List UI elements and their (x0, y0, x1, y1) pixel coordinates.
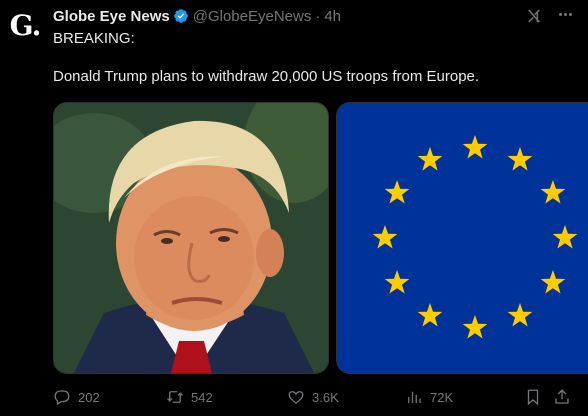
like-count: 3.6K (312, 389, 339, 405)
reply-count: 202 (78, 389, 100, 405)
reply-button[interactable]: 202 (53, 388, 100, 406)
verified-badge-icon (173, 9, 188, 23)
heart-icon (288, 391, 304, 404)
views-count: 72K (430, 389, 454, 405)
bookmark-button[interactable] (524, 388, 549, 406)
post-header: Globe Eye News @GlobeEyeNews · 4h (53, 6, 528, 26)
separator-dot: · (315, 7, 321, 25)
author-name[interactable]: Globe Eye News (53, 8, 170, 25)
portrait-image (54, 103, 328, 373)
eu-flag-image (337, 103, 588, 373)
views-button[interactable]: 72K (405, 388, 453, 406)
repost-icon (167, 391, 183, 403)
avatar[interactable]: G. (8, 8, 42, 42)
post-time[interactable]: 4h (324, 8, 341, 25)
repost-count: 542 (191, 389, 213, 405)
author-handle[interactable]: @GlobeEyeNews (193, 8, 312, 25)
views-chart-icon (408, 391, 421, 403)
like-button[interactable]: 3.6K (287, 388, 339, 406)
media-photo-portrait[interactable] (53, 102, 329, 374)
post-text-line-1: BREAKING: (53, 30, 135, 47)
action-bar: 202 542 3.6K 72K (0, 388, 588, 408)
post-text-line-2: Donald Trump plans to withdraw 20,000 US… (53, 68, 480, 85)
more-options-icon[interactable] (559, 13, 572, 16)
grok-icon[interactable] (526, 8, 542, 24)
reply-icon (54, 390, 70, 405)
media-photo-eu-flag[interactable] (336, 102, 588, 374)
share-icon (555, 389, 569, 404)
share-button[interactable] (553, 388, 578, 406)
bookmark-icon (527, 389, 539, 406)
repost-button[interactable]: 542 (166, 388, 213, 406)
